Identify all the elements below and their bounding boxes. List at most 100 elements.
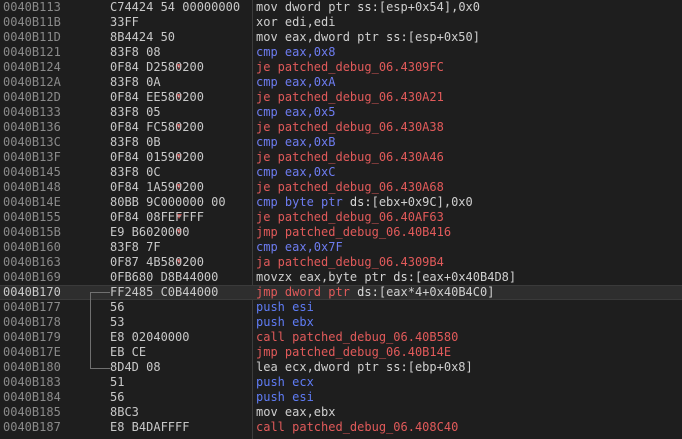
disassembly-cell: cmp eax,0xC	[256, 165, 335, 180]
opcode-bytes-cell: 0F84 1A590200	[110, 180, 204, 194]
instruction-row[interactable]: 0040B12D 0F84 EE580200 je patched_debug_06…	[0, 90, 682, 105]
asm-token: [eax*4+0x40B4C0]	[378, 285, 495, 299]
asm-token: ds:	[357, 285, 379, 299]
opcode-bytes-cell: E8 B4DAFFFF	[110, 420, 190, 434]
asm-token: ds:	[393, 270, 415, 284]
asm-token: lea ecx,dword ptr	[256, 360, 387, 374]
instruction-row[interactable]: 0040B13F 0F84 01590200 je patched_debug_06…	[0, 150, 682, 165]
address-cell: 0040B12D	[3, 90, 61, 104]
address-cell: 0040B13C	[3, 135, 61, 149]
branch-gutter	[80, 405, 110, 420]
instruction-row[interactable]: 0040B13C 83F8 0B cmp eax,0xB	[0, 135, 682, 150]
asm-token: je patched_debug_06.430A21	[256, 90, 444, 104]
instruction-row[interactable]: 0040B11D 8B4424 50 mov eax,dword ptr ss:[e…	[0, 30, 682, 45]
disassembly-cell: lea ecx,dword ptr ss:[ebp+0x8]	[256, 360, 473, 375]
opcode-bytes-cell: 56	[110, 300, 125, 314]
instruction-row[interactable]: 0040B17E EB CE jmp patched_debug_06.40B14E	[0, 345, 682, 360]
address-cell: 0040B133	[3, 105, 61, 119]
asm-token: mov eax,ebx	[256, 405, 336, 419]
instruction-row[interactable]: 0040B184 56 push esi	[0, 390, 682, 405]
branch-gutter	[80, 15, 110, 30]
address-cell: 0040B177	[3, 300, 61, 314]
asm-token: ja patched_debug_06.4309B4	[256, 255, 444, 269]
instruction-row[interactable]: 0040B136 0F84 FC580200 je patched_debug_06…	[0, 120, 682, 135]
asm-token: cmp eax,0xB	[256, 135, 336, 149]
asm-token: cmp eax,0x7F	[256, 240, 343, 254]
instruction-row[interactable]: 0040B160 83F8 7F cmp eax,0x7F	[0, 240, 682, 255]
disassembly-cell: mov eax,ebx	[256, 405, 335, 420]
jump-arrow-bottom	[90, 368, 110, 369]
asm-token: [ebp+0x8]	[407, 360, 473, 374]
disassembly-cell: call patched_debug_06.40B580	[256, 330, 458, 345]
asm-token: jmp dword ptr	[256, 285, 358, 299]
branch-gutter	[80, 120, 182, 135]
asm-token: xor edi,edi	[256, 15, 336, 29]
branch-gutter	[80, 225, 182, 240]
disassembly-cell: ja patched_debug_06.4309B4	[256, 255, 444, 270]
opcode-bytes-cell: 0F87 4B580200	[110, 255, 204, 269]
asm-token: ss:	[386, 30, 408, 44]
instruction-row[interactable]: 0040B124 0F84 D2580200 je patched_debug_06…	[0, 60, 682, 75]
branch-gutter	[80, 165, 110, 180]
address-cell: 0040B12A	[3, 75, 61, 89]
branch-gutter	[80, 75, 110, 90]
branch-gutter	[80, 0, 110, 15]
instruction-row[interactable]: 0040B15B E9 B6020000 jmp patched_debug_06.…	[0, 225, 682, 240]
instruction-row[interactable]: 0040B14E 80BB 9C000000 00 cmp byte ptr ds:…	[0, 195, 682, 210]
instruction-row[interactable]: 0040B178 53 push ebx	[0, 315, 682, 330]
branch-gutter	[80, 195, 110, 210]
opcode-bytes-cell: 83F8 05	[110, 105, 161, 119]
address-cell: 0040B187	[3, 420, 61, 434]
address-cell: 0040B148	[3, 180, 61, 194]
asm-token: push ebx	[256, 315, 314, 329]
instruction-row[interactable]: 0040B11B 33FF xor edi,edi	[0, 15, 682, 30]
address-cell: 0040B113	[3, 0, 61, 14]
instruction-row[interactable]: 0040B177 56 push esi	[0, 300, 682, 315]
branch-gutter	[80, 255, 182, 270]
instruction-row[interactable]: 0040B148 0F84 1A590200 je patched_debug_06…	[0, 180, 682, 195]
asm-token: call patched_debug_06.40B580	[256, 330, 459, 344]
opcode-bytes-cell: FF2485 C0B44000	[110, 285, 219, 299]
opcode-bytes-cell: EB CE	[110, 345, 147, 359]
address-cell: 0040B145	[3, 165, 61, 179]
instruction-row[interactable]: 0040B133 83F8 05 cmp eax,0x5	[0, 105, 682, 120]
instruction-row[interactable]: 0040B155 0F84 08FEFFFF je patched_debug_06…	[0, 210, 682, 225]
branch-gutter	[80, 90, 182, 105]
instruction-row[interactable]: 0040B169 0FB680 D8B44000 movzx eax,byte pt…	[0, 270, 682, 285]
address-cell: 0040B185	[3, 405, 61, 419]
disassembly-cell: cmp eax,0xB	[256, 135, 335, 150]
address-cell: 0040B136	[3, 120, 61, 134]
disassembly-cell: cmp eax,0x7F	[256, 240, 343, 255]
asm-token: je patched_debug_06.430A46	[256, 150, 444, 164]
disassembly-cell: call patched_debug_06.408C40	[256, 420, 458, 435]
instruction-row[interactable]: 0040B183 51 push ecx	[0, 375, 682, 390]
disassembly-cell: mov dword ptr ss:[esp+0x54],0x0	[256, 0, 480, 15]
opcode-bytes-cell: 0F84 EE580200	[110, 90, 204, 104]
branch-gutter	[80, 240, 110, 255]
jump-arrow-vertical	[90, 292, 91, 368]
instruction-row[interactable]: 0040B121 83F8 08 cmp eax,0x8	[0, 45, 682, 60]
opcode-bytes-cell: 83F8 0C	[110, 165, 161, 179]
instruction-row[interactable]: 0040B12A 83F8 0A cmp eax,0xA	[0, 75, 682, 90]
asm-token: [esp+0x54]	[378, 0, 452, 14]
instruction-row[interactable]: 0040B113 C74424 54 00000000 mov dword ptr …	[0, 0, 682, 15]
instruction-row[interactable]: 0040B185 8BC3 mov eax,ebx	[0, 405, 682, 420]
disassembly-cell: je patched_debug_06.430A21	[256, 90, 444, 105]
asm-token: cmp eax,0xC	[256, 165, 336, 179]
disassembly-listing[interactable]: 0040B113 C74424 54 00000000 mov dword ptr …	[0, 0, 682, 439]
asm-token: cmp eax,0x8	[256, 45, 336, 59]
instruction-row[interactable]: 0040B187 E8 B4DAFFFF call patched_debug_06…	[0, 420, 682, 435]
instruction-row[interactable]: 0040B179 E8 02040000 call patched_debug_06…	[0, 330, 682, 345]
branch-gutter	[80, 210, 182, 225]
branch-gutter	[80, 60, 182, 75]
disassembly-cell: jmp patched_debug_06.40B416	[256, 225, 451, 240]
branch-gutter	[80, 390, 110, 405]
instruction-row[interactable]: 0040B163 0F87 4B580200 ja patched_debug_06…	[0, 255, 682, 270]
disassembly-cell: push ebx	[256, 315, 314, 330]
disassembly-cell: movzx eax,byte ptr ds:[eax+0x40B4D8]	[256, 270, 516, 285]
disassembly-cell: push ecx	[256, 375, 314, 390]
branch-gutter	[80, 375, 110, 390]
instruction-row[interactable]: 0040B145 83F8 0C cmp eax,0xC	[0, 165, 682, 180]
disassembly-cell: push esi	[256, 300, 314, 315]
asm-token: push ecx	[256, 375, 314, 389]
